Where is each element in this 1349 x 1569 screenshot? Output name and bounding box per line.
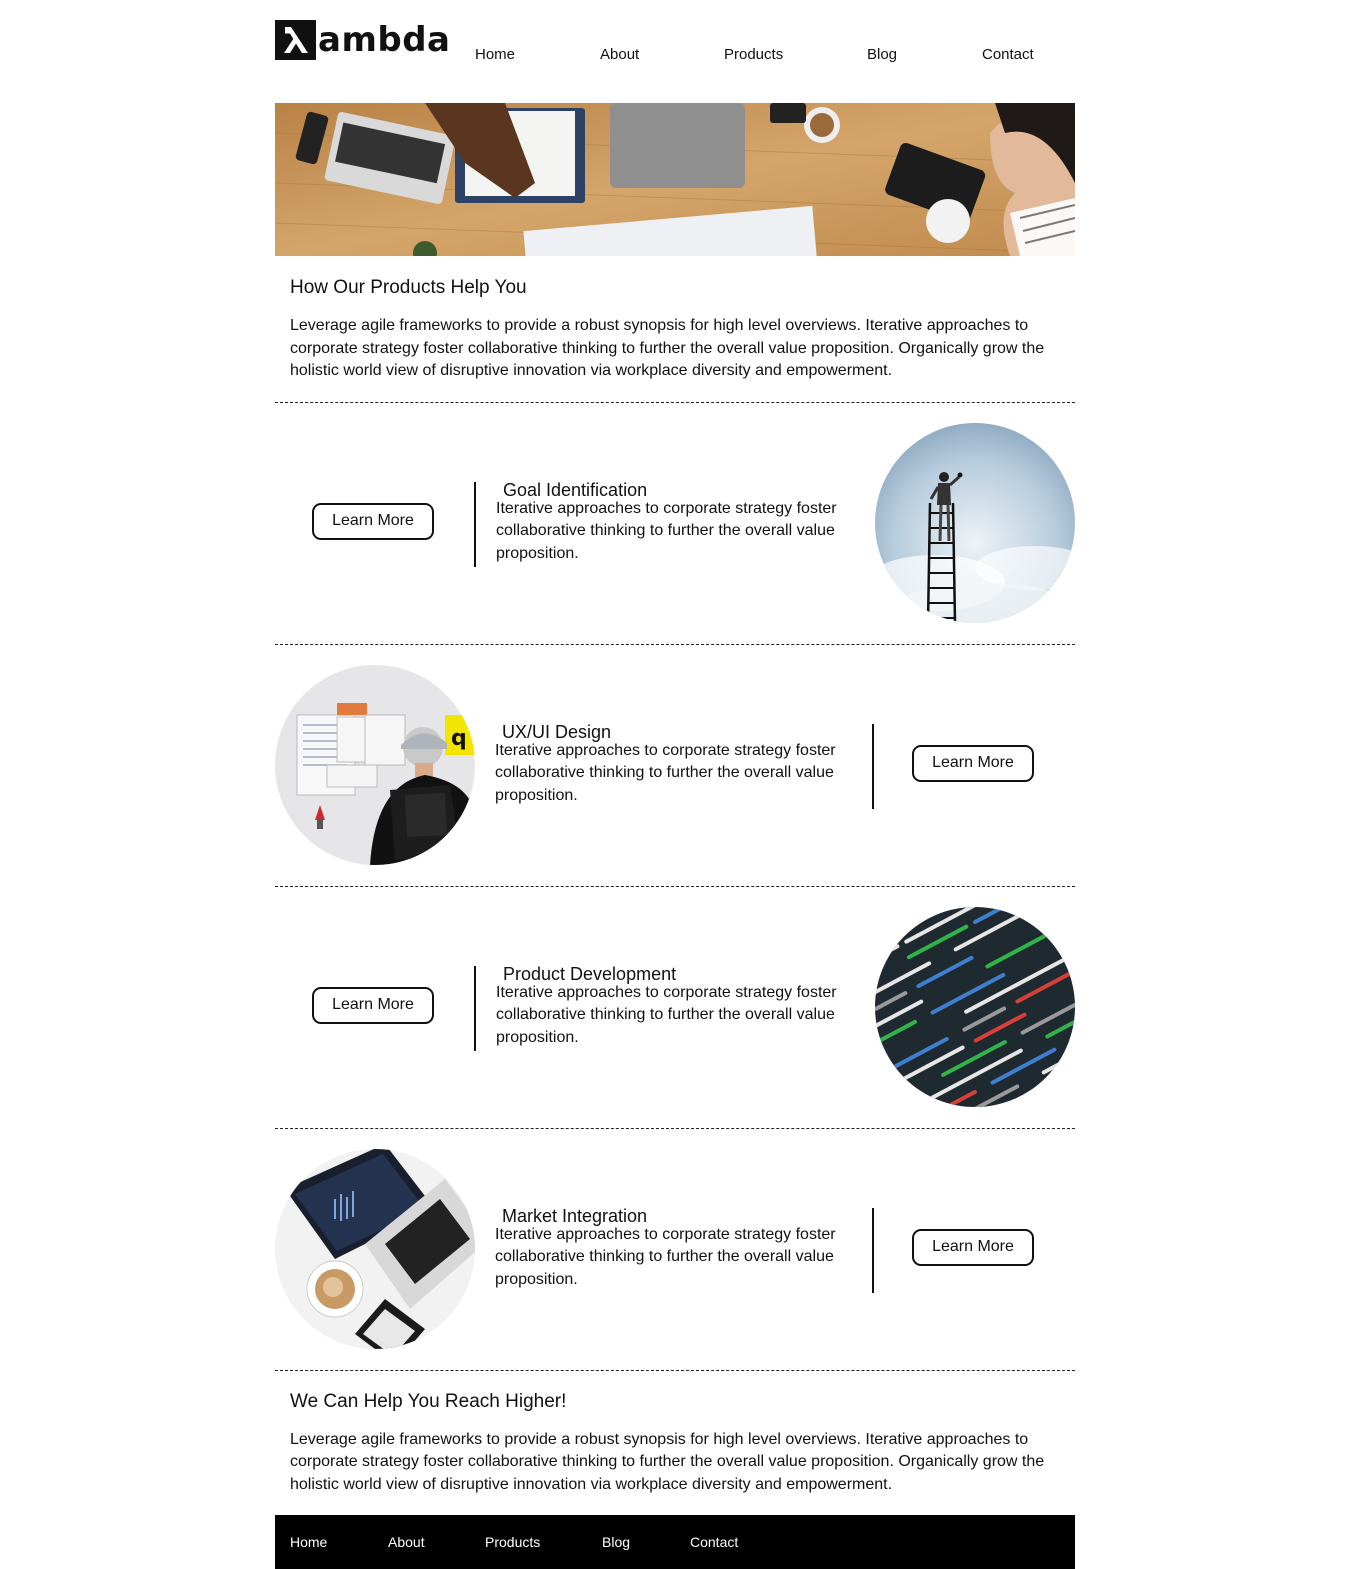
hero-desk-scene [275,103,1075,256]
hero-image [275,103,1075,256]
feature-description: Iterative approaches to corporate strate… [495,741,836,804]
outro-section: We Can Help You Reach Higher! Leverage a… [275,1371,1075,1516]
vertical-divider [474,481,476,567]
vertical-divider [872,723,874,809]
nav-about-link[interactable]: About [600,45,639,65]
nav-contact-link[interactable]: Contact [982,45,1034,65]
learn-more-button[interactable]: Learn More [912,1228,1034,1266]
main-nav: Home About Products Blog Contact [275,45,1075,67]
nav-products-link[interactable]: Products [724,45,783,65]
feature-image-wireframe: q [275,664,475,865]
feature-image-ladder [875,422,1075,623]
site-header: ambda Home About Products Blog Contact [275,0,1075,103]
footer-products-link[interactable]: Products [485,1533,540,1551]
vertical-divider [872,1207,874,1293]
learn-more-button[interactable]: Learn More [912,744,1034,782]
svg-text:q: q [451,726,467,751]
code-screen-image [875,906,1075,1107]
learn-more-button[interactable]: Learn More [312,986,434,1024]
feature-product-development: Learn More Product Development Iterative… [275,887,1075,1128]
feature-description: Iterative approaches to corporate strate… [496,499,837,562]
feature-description: Iterative approaches to corporate strate… [495,1225,836,1288]
vertical-divider [474,965,476,1051]
learn-more-button[interactable]: Learn More [312,502,434,540]
intro-section: How Our Products Help You Leverage agile… [275,256,1075,402]
footer-contact-link[interactable]: Contact [690,1533,738,1551]
ladder-sky-image [875,422,1075,623]
footer-blog-link[interactable]: Blog [602,1533,630,1551]
feature-image-code [875,906,1075,1107]
footer-home-link[interactable]: Home [290,1533,327,1551]
feature-ux-ui-design: q UX/UI Design Iterative approaches to c… [275,645,1075,886]
site-footer: Home About Products Blog Contact [275,1515,1075,1569]
feature-goal-identification: Learn More Goal Identification Iterative… [275,403,1075,644]
intro-title: How Our Products Help You [290,277,527,298]
page: ambda Home About Products Blog Contact H… [275,0,1075,1569]
nav-blog-link[interactable]: Blog [867,45,897,65]
laptop-coffee-image [275,1148,475,1349]
nav-home-link[interactable]: Home [475,45,515,65]
feature-market-integration: Market Integration Iterative approaches … [275,1129,1075,1370]
intro-body: Leverage agile frameworks to provide a r… [290,317,1045,379]
man-at-wall-image: q [275,664,475,865]
outro-title: We Can Help You Reach Higher! [290,1390,567,1412]
feature-description: Iterative approaches to corporate strate… [496,983,837,1046]
feature-image-laptop [275,1148,475,1349]
outro-body: Leverage agile frameworks to provide a r… [290,1430,1045,1493]
footer-about-link[interactable]: About [388,1533,425,1551]
